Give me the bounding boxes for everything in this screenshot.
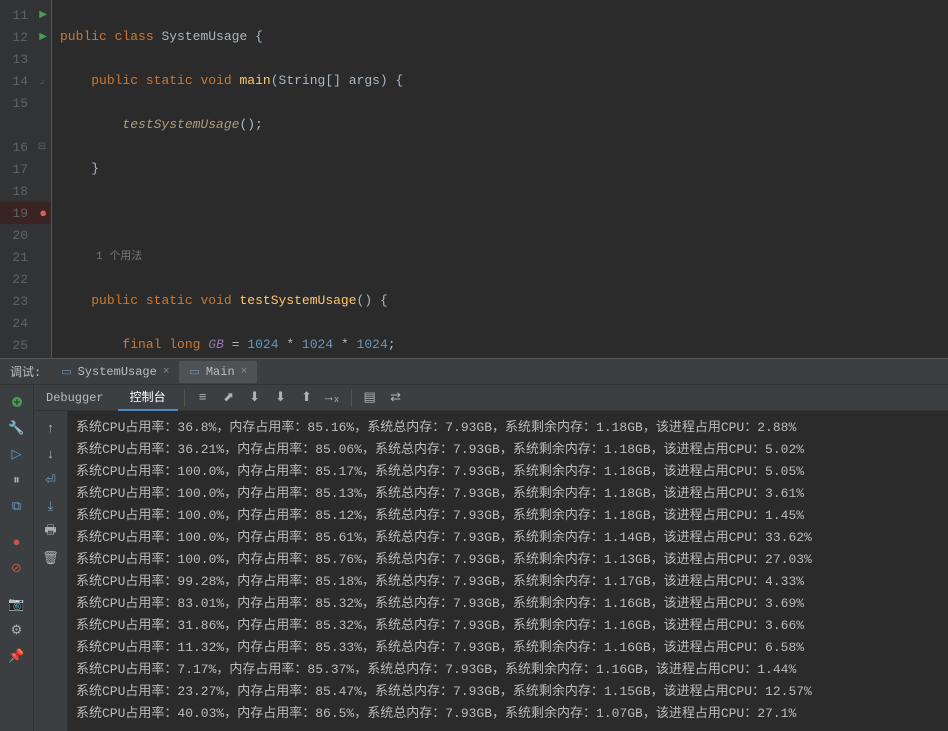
breakpoint-icon[interactable]: ●: [39, 206, 47, 221]
debug-panel: 调试: ▭ SystemUsage × ▭ Main × 🔧 ▷ ⏸ ⧉ ● ⊘…: [0, 358, 948, 731]
up-icon[interactable]: ↑: [34, 415, 67, 441]
down-icon[interactable]: ↓: [34, 441, 67, 467]
fold-end-icon[interactable]: ⌟: [37, 75, 47, 87]
console-line: 系统CPU占用率：23.27%，内存占用率：85.47%，系统总内存：7.93G…: [76, 681, 940, 703]
code-content[interactable]: public class SystemUsage { public static…: [52, 0, 948, 358]
line-number: 22: [4, 272, 28, 287]
console-line: 系统CPU占用率：36.8%，内存占用率：85.16%，系统总内存：7.93GB…: [76, 417, 940, 439]
resume-icon[interactable]: ▷: [0, 441, 33, 467]
frames-icon[interactable]: ▤: [358, 386, 382, 410]
console-line: 系统CPU占用率：11.32%，内存占用率：85.33%，系统总内存：7.93G…: [76, 637, 940, 659]
debug-tab-label: Main: [206, 365, 235, 379]
line-number: 16: [4, 140, 28, 155]
clear-icon[interactable]: 🗑: [34, 545, 67, 571]
close-icon[interactable]: ×: [163, 366, 170, 378]
line-number: 25: [4, 338, 28, 353]
threads-icon[interactable]: ⇄: [384, 386, 408, 410]
close-icon[interactable]: ×: [241, 366, 248, 378]
line-number: 23: [4, 294, 28, 309]
line-number: 15: [4, 96, 28, 111]
console-line: 系统CPU占用率：100.0%，内存占用率：85.13%，系统总内存：7.93G…: [76, 483, 940, 505]
debug-tab-label: SystemUsage: [78, 365, 157, 379]
console-line: 系统CPU占用率：83.01%，内存占用率：85.32%，系统总内存：7.93G…: [76, 593, 940, 615]
line-number: 24: [4, 316, 28, 331]
soft-wrap-icon[interactable]: ⏎: [34, 467, 67, 493]
view-breakpoints-icon[interactable]: ⧉: [0, 493, 33, 519]
line-number: 17: [4, 162, 28, 177]
console-left-rail: ↑ ↓ ⏎ ⤓ 🖶 🗑: [34, 411, 68, 731]
run-gutter-icon[interactable]: ▶: [39, 31, 47, 43]
line-number: 12: [4, 30, 28, 45]
step-down-icon[interactable]: ⬇: [243, 386, 267, 410]
line-number: 20: [4, 228, 28, 243]
debug-panel-label: 调试:: [0, 363, 51, 380]
console-line: 系统CPU占用率：40.03%，内存占用率：86.5%，系统总内存：7.93GB…: [76, 703, 940, 725]
console-line: 系统CPU占用率：100.0%，内存占用率：85.17%，系统总内存：7.93G…: [76, 461, 940, 483]
console-toolbar: Debugger 控制台 ≡ ⬈ ⬇ ⬇ ⬆ →ₓ ▤ ⇄: [34, 385, 948, 411]
debug-config-tab[interactable]: ▭ SystemUsage ×: [51, 361, 179, 383]
console-line: 系统CPU占用率：7.17%，内存占用率：85.37%，系统总内存：7.93GB…: [76, 659, 940, 681]
line-number: 19: [4, 206, 28, 221]
disable-breakpoints-icon[interactable]: ⊘: [0, 555, 33, 581]
editor-gutter: 11 ▶ 12 ▶ 13 14 ⌟ 15 16 ⊟ 17 18 19 ● 20 21 22…: [0, 0, 52, 358]
debug-left-rail: 🔧 ▷ ⏸ ⧉ ● ⊘ 📷 ⚙ 📌: [0, 385, 34, 731]
step-over-icon[interactable]: ≡: [191, 386, 215, 410]
line-number: 21: [4, 250, 28, 265]
debug-icon[interactable]: [0, 389, 33, 415]
console-line: 系统CPU占用率：31.86%，内存占用率：85.32%，系统总内存：7.93G…: [76, 615, 940, 637]
console-line: 系统CPU占用率：99.28%，内存占用率：85.18%，系统总内存：7.93G…: [76, 571, 940, 593]
debug-tab-bar: 调试: ▭ SystemUsage × ▭ Main ×: [0, 359, 948, 385]
print-icon[interactable]: 🖶: [34, 519, 67, 545]
camera-icon[interactable]: 📷: [0, 591, 33, 617]
pause-icon[interactable]: ⏸: [0, 467, 33, 493]
run-to-cursor-icon[interactable]: →ₓ: [321, 386, 345, 410]
fold-start-icon[interactable]: ⊟: [37, 141, 47, 153]
scroll-end-icon[interactable]: ⤓: [34, 493, 67, 519]
debug-config-tab[interactable]: ▭ Main ×: [179, 361, 257, 383]
wrench-icon[interactable]: 🔧: [0, 415, 33, 441]
run-config-icon: ▭: [189, 365, 199, 379]
code-editor: 11 ▶ 12 ▶ 13 14 ⌟ 15 16 ⊟ 17 18 19 ● 20 21 22…: [0, 0, 948, 358]
debugger-subtab[interactable]: Debugger: [34, 387, 116, 409]
pin-icon[interactable]: 📌: [0, 643, 33, 669]
settings-icon[interactable]: ⚙: [0, 617, 33, 643]
step-out-icon[interactable]: ⬆: [295, 386, 319, 410]
run-config-icon: ▭: [61, 365, 71, 379]
console-line: 系统CPU占用率：100.0%，内存占用率：85.12%，系统总内存：7.93G…: [76, 505, 940, 527]
step-into-icon[interactable]: ⬈: [217, 386, 241, 410]
mute-breakpoints-icon[interactable]: ●: [0, 529, 33, 555]
usage-hint[interactable]: 1 个用法: [60, 246, 948, 268]
line-number: 11: [4, 8, 28, 23]
console-line: 系统CPU占用率：100.0%，内存占用率：85.61%，系统总内存：7.93G…: [76, 527, 940, 549]
console-line: 系统CPU占用率：36.21%，内存占用率：85.06%，系统总内存：7.93G…: [76, 439, 940, 461]
console-output[interactable]: 系统CPU占用率：36.8%，内存占用率：85.16%，系统总内存：7.93GB…: [68, 411, 948, 731]
line-number: 13: [4, 52, 28, 67]
line-number: 18: [4, 184, 28, 199]
console-subtab[interactable]: 控制台: [118, 385, 178, 411]
line-number: 14: [4, 74, 28, 89]
step-down-icon[interactable]: ⬇: [269, 386, 293, 410]
console-line: 系统CPU占用率：100.0%，内存占用率：85.76%，系统总内存：7.93G…: [76, 549, 940, 571]
run-gutter-icon[interactable]: ▶: [39, 9, 47, 21]
